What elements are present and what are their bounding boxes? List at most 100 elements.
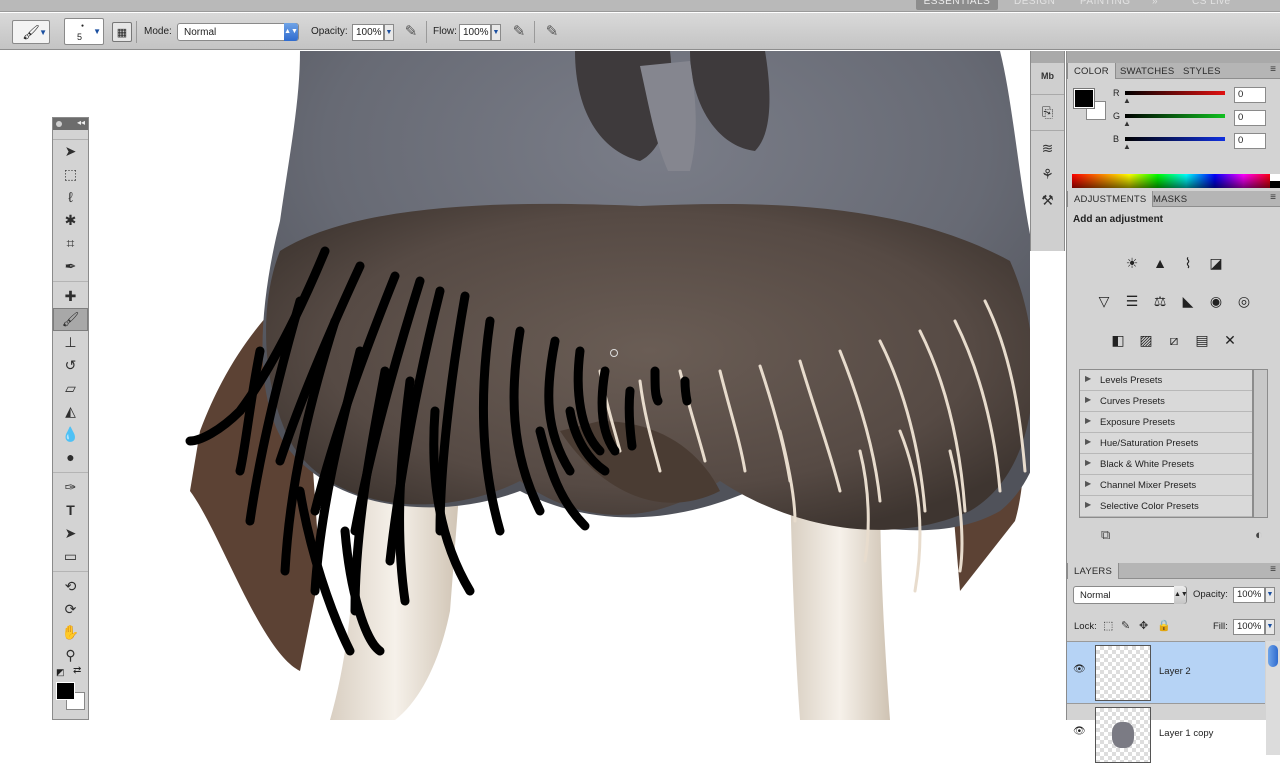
dodge-tool-icon[interactable]: ●	[53, 446, 88, 469]
lock-transparent-pixels-icon[interactable]: ⬚	[1103, 619, 1113, 632]
marquee-tool-icon[interactable]: ⬚	[53, 163, 88, 186]
preset-channel-mixer[interactable]: ▶ Channel Mixer Presets	[1080, 475, 1252, 496]
layer-row[interactable]: 👁 Layer 2	[1067, 641, 1265, 703]
preset-curves[interactable]: ▶ Curves Presets	[1080, 391, 1252, 412]
tools-panel-header[interactable]: ◂◂	[53, 118, 88, 130]
slider-thumb-icon[interactable]: ▲	[1123, 142, 1131, 151]
tab-adjustments[interactable]: ADJUSTMENTS	[1067, 191, 1154, 207]
posterize-icon[interactable]: ▨	[1135, 330, 1157, 350]
history-panel-icon[interactable]: ⎘	[1031, 99, 1064, 125]
levels-icon[interactable]: ▲	[1149, 253, 1171, 273]
clone-stamp-tool-icon[interactable]: ⊥	[53, 331, 88, 354]
layers-scrollbar[interactable]	[1266, 641, 1280, 755]
healing-brush-tool-icon[interactable]: ✚	[53, 285, 88, 308]
lasso-tool-icon[interactable]: ℓ	[53, 186, 88, 209]
toggle-brush-panel-button[interactable]: ▦	[112, 22, 132, 42]
foreground-color-swatch[interactable]	[56, 682, 75, 700]
collapse-icon[interactable]: ◂◂	[77, 118, 85, 127]
panel-menu-icon[interactable]: ≡	[1270, 564, 1276, 575]
panel-menu-icon[interactable]: ≡	[1270, 64, 1276, 75]
adjustments-options-icon[interactable]: ◐	[1255, 527, 1263, 542]
shape-tool-icon[interactable]: ▭	[53, 545, 88, 568]
red-value-input[interactable]: 0	[1234, 87, 1266, 103]
panel-grip[interactable]	[1067, 51, 1280, 63]
clone-source-icon[interactable]: ⚘	[1031, 161, 1064, 187]
swap-colors-icon[interactable]: ⇄	[73, 665, 81, 676]
green-slider[interactable]	[1125, 114, 1225, 118]
brush-preset-picker[interactable]: ● 5 ▼	[64, 18, 104, 45]
tab-styles[interactable]: STYLES	[1177, 63, 1227, 79]
close-panel-icon[interactable]	[56, 121, 62, 127]
layer-row[interactable]: 👁 Layer 1 copy	[1067, 703, 1265, 765]
flow-input[interactable]: 100%	[459, 24, 491, 41]
photo-filter-icon[interactable]: ◉	[1205, 291, 1227, 311]
exposure-icon[interactable]: ◪	[1205, 253, 1227, 273]
slider-thumb-icon[interactable]: ▲	[1123, 119, 1131, 128]
preset-selective-color[interactable]: ▶ Selective Color Presets	[1080, 496, 1252, 517]
green-value-input[interactable]: 0	[1234, 110, 1266, 126]
tool-preset-picker[interactable]: 🖌 ▼	[12, 20, 50, 44]
red-slider[interactable]	[1125, 91, 1225, 95]
opacity-input[interactable]: 100%	[352, 24, 384, 41]
fill-dropdown[interactable]: ▼	[1265, 619, 1275, 635]
tool-presets-icon[interactable]: ⚒	[1031, 187, 1064, 213]
preset-levels[interactable]: ▶ Levels Presets	[1080, 370, 1252, 391]
airbrush-icon[interactable]: ✎	[509, 22, 529, 42]
3d-orbit-tool-icon[interactable]: ⟳	[53, 598, 88, 621]
path-selection-tool-icon[interactable]: ➤	[53, 522, 88, 545]
vibrance-icon[interactable]: ▽	[1093, 291, 1115, 311]
blend-mode-select[interactable]: Normal ▲▼	[1073, 586, 1188, 604]
invert-icon[interactable]: ◧	[1107, 330, 1129, 350]
slider-thumb-icon[interactable]: ▲	[1123, 96, 1131, 105]
preset-black-white[interactable]: ▶ Black & White Presets	[1080, 454, 1252, 475]
threshold-icon[interactable]: ⧄	[1163, 330, 1185, 350]
history-brush-tool-icon[interactable]: ↺	[53, 354, 88, 377]
tab-masks[interactable]: MASKS	[1147, 191, 1193, 207]
tab-swatches[interactable]: SWATCHES	[1114, 63, 1180, 79]
blue-value-input[interactable]: 0	[1234, 133, 1266, 149]
brightness-contrast-icon[interactable]: ☀	[1121, 253, 1143, 273]
move-tool-icon[interactable]: ➤	[53, 140, 88, 163]
crop-tool-icon[interactable]: ⌗	[53, 232, 88, 255]
blue-slider[interactable]	[1125, 137, 1225, 141]
lock-position-icon[interactable]: ✥	[1139, 619, 1148, 632]
mode-select[interactable]: Normal ▲▼	[177, 23, 299, 41]
preset-hue-saturation[interactable]: ▶ Hue/Saturation Presets	[1080, 433, 1252, 454]
lock-all-icon[interactable]: 🔒	[1157, 619, 1171, 632]
panel-grip[interactable]	[1031, 51, 1064, 63]
black-white-swatch[interactable]	[1270, 174, 1280, 188]
pen-tool-icon[interactable]: ✑	[53, 476, 88, 499]
panel-menu-icon[interactable]: ≡	[1270, 192, 1276, 203]
eyedropper-tool-icon[interactable]: ✒	[53, 255, 88, 278]
layer-opacity-dropdown[interactable]: ▼	[1265, 587, 1275, 603]
lock-image-pixels-icon[interactable]: ✎	[1121, 619, 1130, 632]
type-tool-icon[interactable]: T	[53, 499, 88, 522]
tablet-pressure-size-icon[interactable]: ✎	[542, 22, 562, 42]
paint-bucket-tool-icon[interactable]: ◭	[53, 400, 88, 423]
panel-grip[interactable]	[53, 130, 88, 140]
selective-color-icon[interactable]: ✕	[1219, 330, 1241, 350]
workspace-design-button[interactable]: DESIGN	[1014, 0, 1055, 10]
layer-opacity-input[interactable]: 100%	[1233, 587, 1265, 603]
clip-to-layer-icon[interactable]: ⧉	[1101, 527, 1110, 543]
curves-icon[interactable]: ⌇	[1177, 253, 1199, 273]
3d-rotate-tool-icon[interactable]: ⟲	[53, 575, 88, 598]
cs-live-button[interactable]: CS Live	[1192, 0, 1231, 10]
workspace-painting-button[interactable]: PAINTING	[1080, 0, 1130, 10]
foreground-color-chip[interactable]	[1073, 88, 1095, 109]
tab-layers[interactable]: LAYERS	[1067, 563, 1119, 579]
hue-saturation-icon[interactable]: ☰	[1121, 291, 1143, 311]
blur-tool-icon[interactable]: 💧	[53, 423, 88, 446]
black-white-icon[interactable]: ◣	[1177, 291, 1199, 311]
preset-exposure[interactable]: ▶ Exposure Presets	[1080, 412, 1252, 433]
default-colors-icon[interactable]: ◩	[56, 667, 65, 678]
scrollbar-thumb[interactable]	[1268, 645, 1278, 667]
presets-scrollbar[interactable]	[1253, 369, 1268, 518]
tablet-pressure-opacity-icon[interactable]: ✎	[401, 22, 421, 42]
workspace-essentials-button[interactable]: ESSENTIALS	[916, 0, 998, 10]
mini-bridge-icon[interactable]: Mb	[1031, 63, 1064, 89]
gradient-map-icon[interactable]: ▤	[1191, 330, 1213, 350]
fill-input[interactable]: 100%	[1233, 619, 1265, 635]
opacity-dropdown-button[interactable]: ▼	[384, 24, 394, 41]
workspace-more-button[interactable]: »	[1152, 0, 1158, 10]
